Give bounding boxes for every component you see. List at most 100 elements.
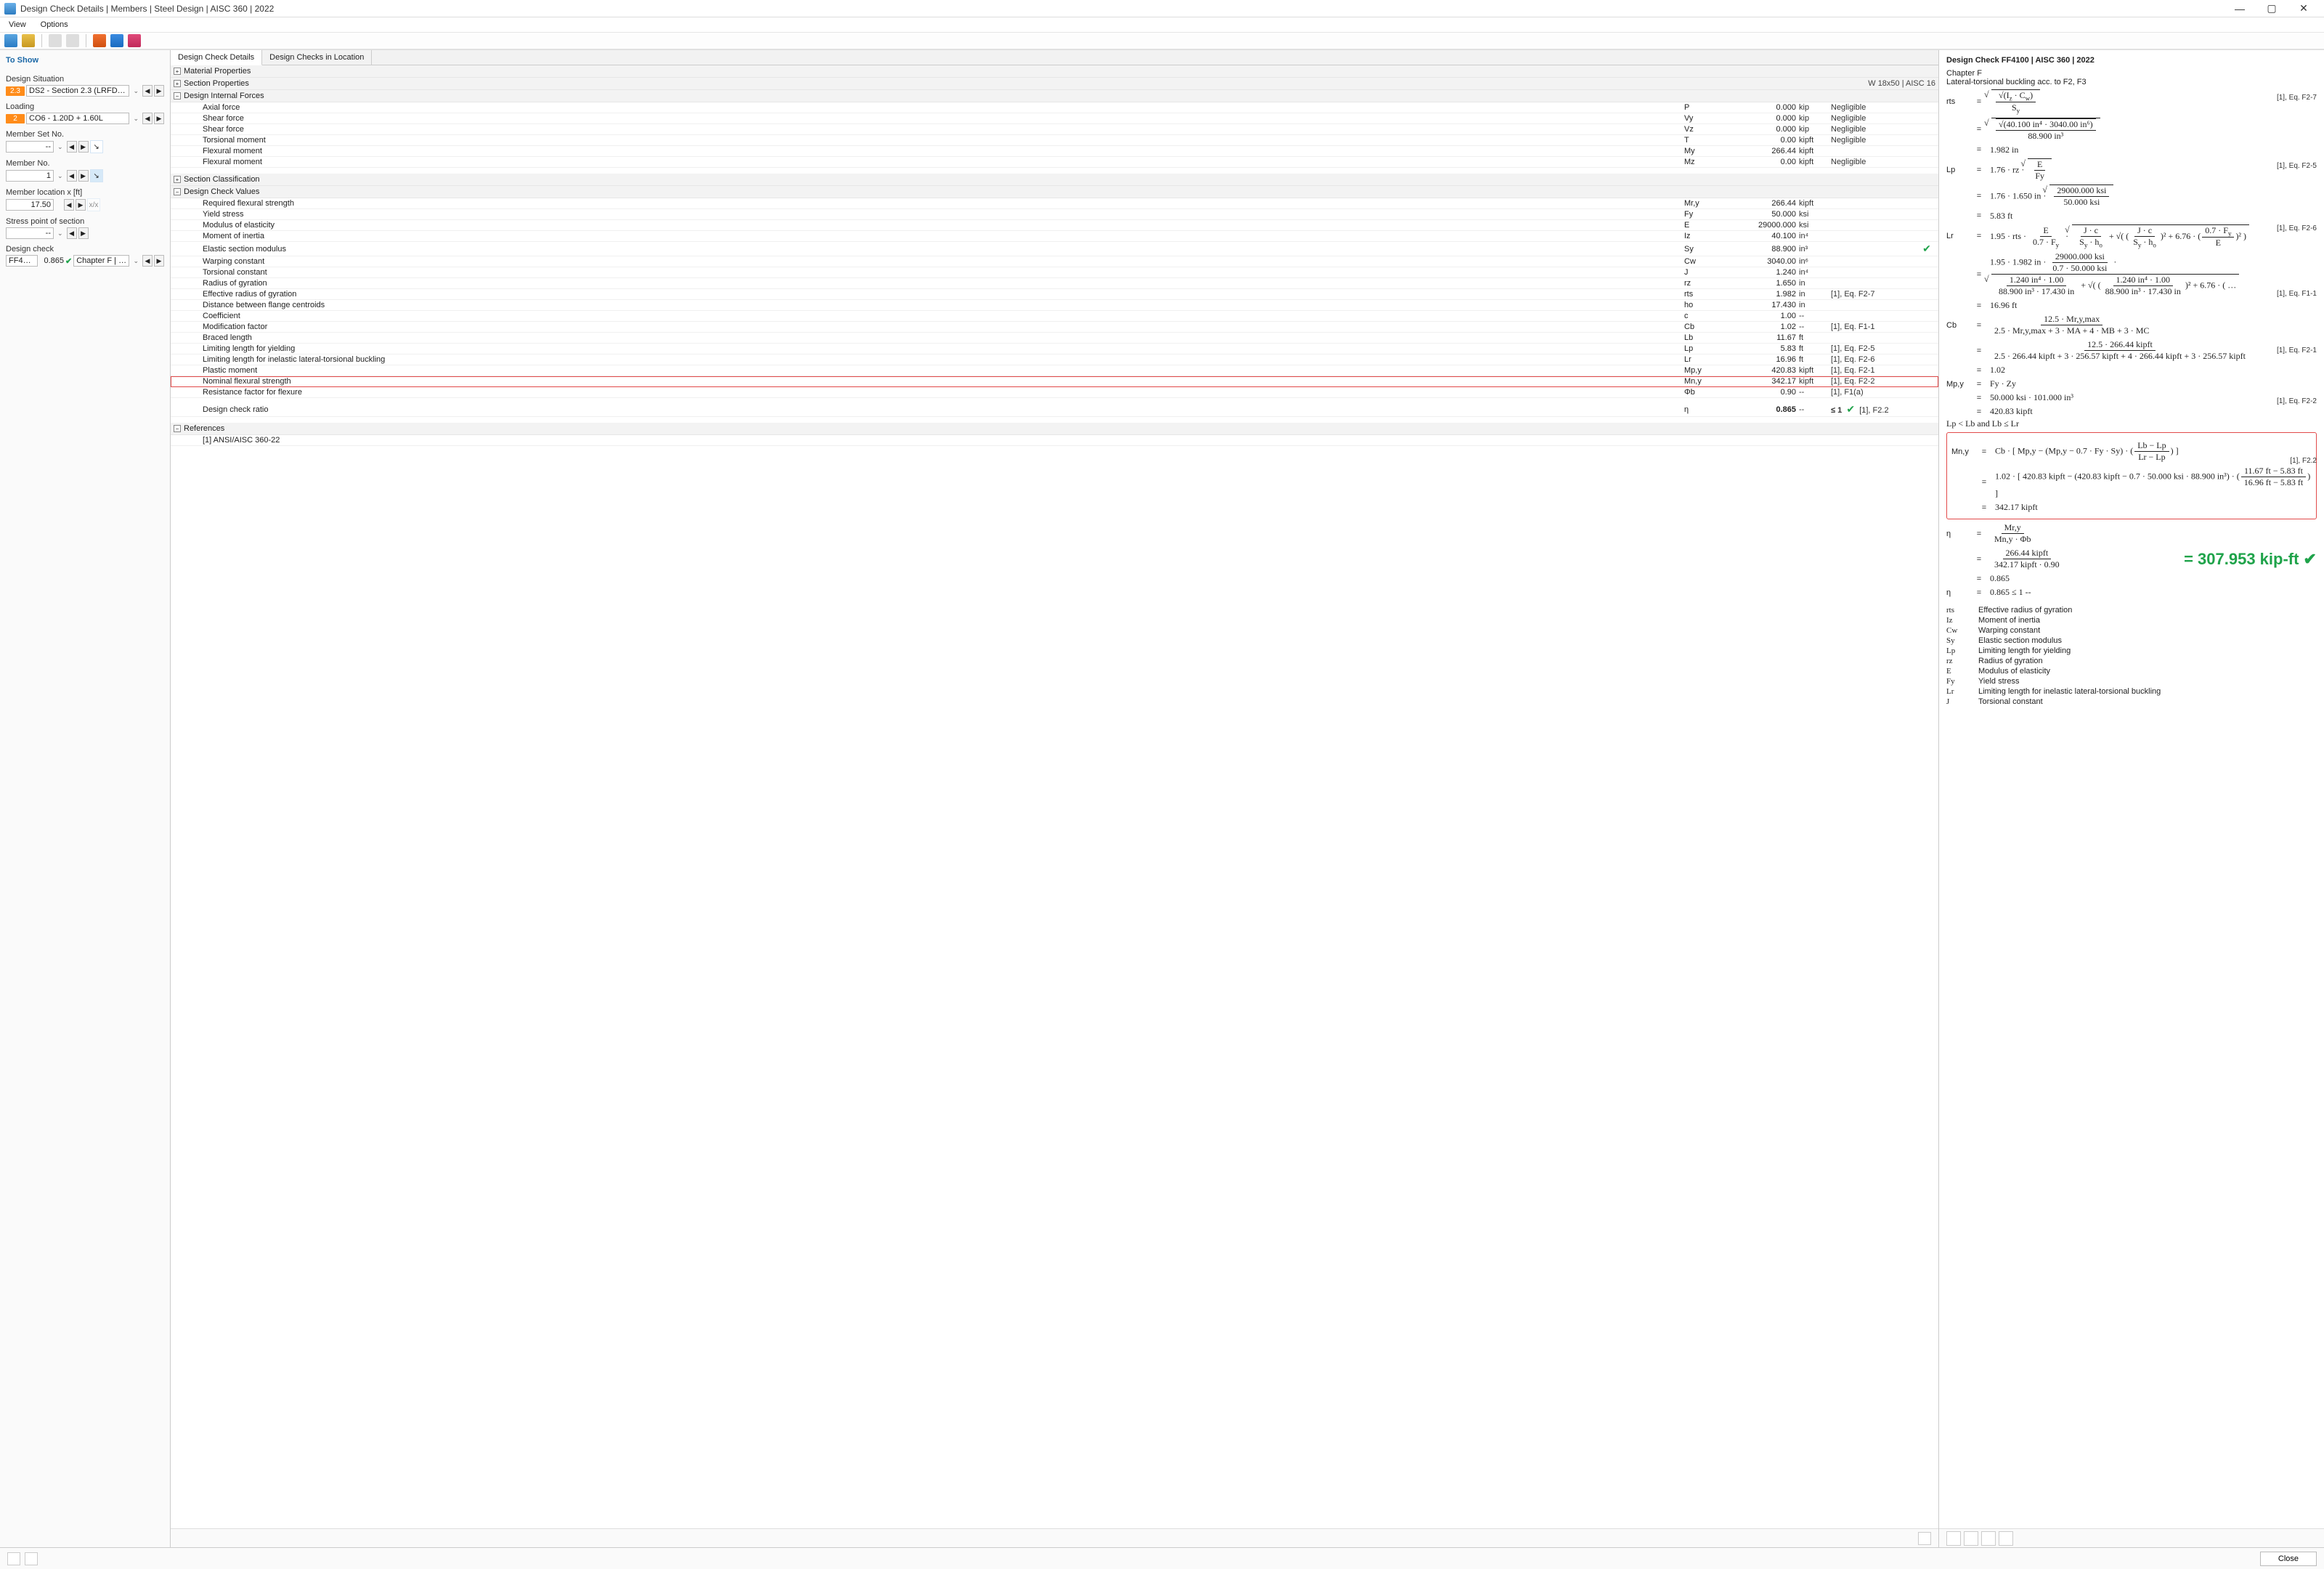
chevron-down-icon[interactable]: ⌄ bbox=[55, 230, 65, 238]
table-row: Limiting length for inelastic lateral-to… bbox=[171, 354, 1938, 365]
subtitle-label: Lateral-torsional buckling acc. to F2, F… bbox=[1946, 78, 2317, 86]
toolbar-icon-3[interactable] bbox=[49, 34, 62, 47]
legend-row: rzRadius of gyration bbox=[1946, 656, 2317, 666]
export-icon[interactable] bbox=[1918, 1532, 1931, 1545]
minimize-button[interactable]: — bbox=[2224, 0, 2256, 17]
member-set-input[interactable]: -- bbox=[6, 141, 54, 153]
stress-point-label: Stress point of section bbox=[6, 217, 164, 226]
close-button[interactable]: Close bbox=[2260, 1552, 2317, 1566]
prev-member-button[interactable]: ◀ bbox=[67, 170, 77, 182]
group-classification[interactable]: +Section Classification bbox=[171, 174, 1938, 186]
design-situation-badge: 2.3 bbox=[6, 86, 25, 96]
menu-view[interactable]: View bbox=[6, 19, 29, 31]
ratio-row: Design check ratio η 0.865 -- ≤ 1 ✔ [1],… bbox=[171, 402, 1938, 417]
legend-row: LrLimiting length for inelastic lateral-… bbox=[1946, 686, 2317, 697]
toolbar-icon-7[interactable] bbox=[128, 34, 141, 47]
toolbar-icon-4[interactable] bbox=[66, 34, 79, 47]
status-icon-2[interactable] bbox=[25, 1552, 38, 1565]
prev-loc-button[interactable]: ◀ bbox=[64, 199, 74, 211]
table-row: Coefficient c 1.00 -- bbox=[171, 311, 1938, 322]
chevron-down-icon[interactable]: ⌄ bbox=[55, 172, 65, 180]
check-ok-icon: ✔ bbox=[1922, 243, 1931, 254]
table-row: Modification factor Cb 1.02 -- [1], Eq. … bbox=[171, 322, 1938, 333]
check-ok-icon: ✔ bbox=[1846, 403, 1855, 415]
status-icon-1[interactable] bbox=[7, 1552, 20, 1565]
legend-row: EModulus of elasticity bbox=[1946, 666, 2317, 676]
prev-situation-button[interactable]: ◀ bbox=[142, 85, 153, 97]
next-check-button[interactable]: ▶ bbox=[154, 255, 164, 267]
tab-location[interactable]: Design Checks in Location bbox=[262, 50, 372, 65]
right-footer bbox=[1939, 1528, 2324, 1547]
legend-row: LpLimiting length for yielding bbox=[1946, 646, 2317, 656]
toolbar bbox=[0, 33, 2324, 49]
group-internal-forces[interactable]: −Design Internal Forces bbox=[171, 90, 1938, 102]
menu-options[interactable]: Options bbox=[38, 19, 71, 31]
toolbar-icon-2[interactable] bbox=[22, 34, 35, 47]
toolbar-icon-5[interactable] bbox=[93, 34, 106, 47]
group-material[interactable]: +Material Properties bbox=[171, 65, 1938, 78]
pick-memberset-icon[interactable]: ↘ bbox=[90, 140, 103, 153]
table-row: Elastic section modulus Sy 88.900 in³ ✔ bbox=[171, 242, 1938, 256]
legend-row: rtsEffective radius of gyration bbox=[1946, 605, 2317, 615]
group-references[interactable]: −References bbox=[171, 423, 1938, 435]
next-memberset-button[interactable]: ▶ bbox=[78, 141, 89, 153]
middle-footer bbox=[171, 1528, 1938, 1547]
group-section[interactable]: +Section PropertiesW 18x50 | AISC 16 bbox=[171, 78, 1938, 90]
table-row: Axial force P 0.000 kip Negligible bbox=[171, 102, 1938, 113]
table-row: Distance between flange centroids ho 17.… bbox=[171, 300, 1938, 311]
design-check-desc[interactable]: Chapter F | Lateral-torsio... bbox=[73, 255, 129, 267]
next-stresspt-button[interactable]: ▶ bbox=[78, 227, 89, 239]
design-check-ratio: 0.865 bbox=[39, 256, 64, 265]
tab-details[interactable]: Design Check Details bbox=[171, 50, 262, 65]
pick-member-icon[interactable]: ↘ bbox=[90, 169, 103, 182]
table-row: Required flexural strength Mr,y 266.44 k… bbox=[171, 198, 1938, 209]
table-row: Yield stress Fy 50.000 ksi bbox=[171, 209, 1938, 220]
result-annotation: = 307.953 kip-ft ✔ bbox=[2184, 550, 2317, 569]
prev-memberset-button[interactable]: ◀ bbox=[67, 141, 77, 153]
chevron-down-icon[interactable]: ⌄ bbox=[131, 115, 141, 123]
table-row: Torsional moment T 0.00 kipft Negligible bbox=[171, 135, 1938, 146]
table-row: Modulus of elasticity E 29000.000 ksi bbox=[171, 220, 1938, 231]
next-loc-button[interactable]: ▶ bbox=[76, 199, 86, 211]
design-situation-select[interactable]: DS2 - Section 2.3 (LRFD), 1. to 5. bbox=[26, 85, 129, 97]
chevron-down-icon[interactable]: ⌄ bbox=[131, 87, 141, 95]
loading-select[interactable]: CO6 - 1.20D + 1.60L bbox=[26, 113, 129, 124]
prev-stresspt-button[interactable]: ◀ bbox=[67, 227, 77, 239]
toolbar-icon-1[interactable] bbox=[4, 34, 17, 47]
member-loc-label: Member location x [ft] bbox=[6, 188, 164, 197]
status-bar: Close bbox=[0, 1547, 2324, 1569]
legend-row: SyElastic section modulus bbox=[1946, 636, 2317, 646]
chapter-label: Chapter F bbox=[1946, 69, 2317, 78]
table-row: Braced length Lb 11.67 ft bbox=[171, 333, 1938, 344]
close-window-button[interactable]: ✕ bbox=[2288, 0, 2320, 17]
stress-point-input[interactable]: -- bbox=[6, 227, 54, 239]
table-row: Resistance factor for flexure Φb 0.90 --… bbox=[171, 387, 1938, 398]
prev-check-button[interactable]: ◀ bbox=[142, 255, 153, 267]
chevron-down-icon[interactable]: ⌄ bbox=[131, 257, 141, 265]
table-row: Flexural moment Mz 0.00 kipft Negligible bbox=[171, 157, 1938, 168]
design-check-code[interactable]: FF4100 bbox=[6, 255, 38, 267]
loading-label: Loading bbox=[6, 102, 164, 111]
next-member-button[interactable]: ▶ bbox=[78, 170, 89, 182]
design-check-label: Design check bbox=[6, 245, 164, 254]
maximize-button[interactable]: ▢ bbox=[2256, 0, 2288, 17]
legend-row: JTorsional constant bbox=[1946, 697, 2317, 707]
reference-row: [1] ANSI/AISC 360-22 bbox=[171, 435, 1938, 446]
print-icon[interactable] bbox=[1999, 1531, 2013, 1546]
next-loading-button[interactable]: ▶ bbox=[154, 113, 164, 124]
member-no-input[interactable]: 1 bbox=[6, 170, 54, 182]
menubar: View Options bbox=[0, 17, 2324, 33]
member-loc-input[interactable]: 17.50 bbox=[6, 199, 54, 211]
group-check-values[interactable]: −Design Check Values bbox=[171, 186, 1938, 198]
right-tool-2-icon[interactable] bbox=[1964, 1531, 1978, 1546]
next-situation-button[interactable]: ▶ bbox=[154, 85, 164, 97]
legend-row: FyYield stress bbox=[1946, 676, 2317, 686]
sidebar: To Show Design Situation 2.3 DS2 - Secti… bbox=[0, 50, 171, 1547]
right-tool-3-icon[interactable] bbox=[1981, 1531, 1996, 1546]
table-row: Nominal flexural strength Mn,y 342.17 ki… bbox=[171, 376, 1938, 387]
check-ok-icon: ✔ bbox=[65, 256, 72, 266]
right-tool-1-icon[interactable] bbox=[1946, 1531, 1961, 1546]
prev-loading-button[interactable]: ◀ bbox=[142, 113, 153, 124]
toolbar-icon-6[interactable] bbox=[110, 34, 123, 47]
chevron-down-icon[interactable]: ⌄ bbox=[55, 143, 65, 151]
